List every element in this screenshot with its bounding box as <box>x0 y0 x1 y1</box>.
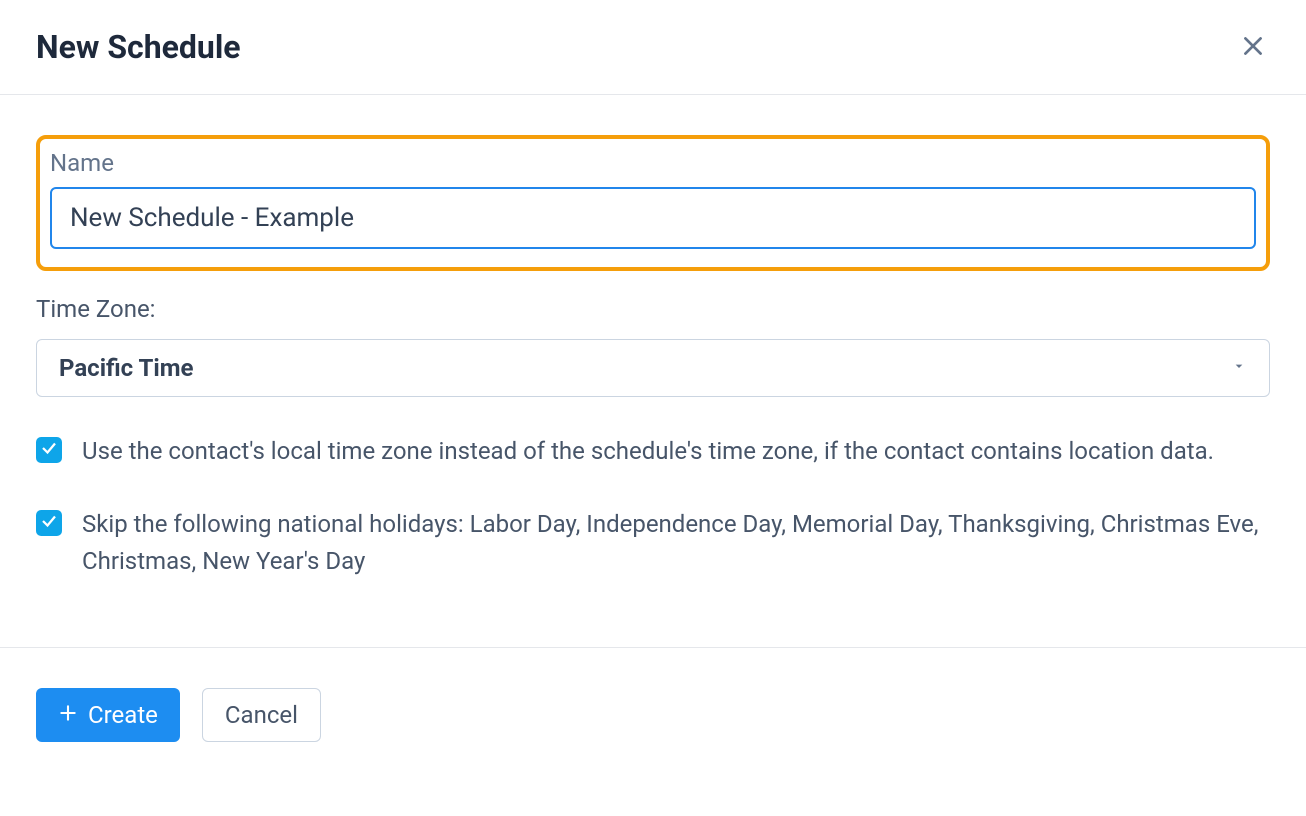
modal-header: New Schedule <box>0 0 1306 95</box>
new-schedule-modal: New Schedule Name Time Zone: Pacific Tim… <box>0 0 1306 782</box>
check-icon <box>40 512 58 534</box>
cancel-button[interactable]: Cancel <box>202 688 321 742</box>
timezone-label: Time Zone: <box>36 295 1270 323</box>
checkbox-local-timezone[interactable] <box>36 437 62 463</box>
timezone-value: Pacific Time <box>59 354 1231 382</box>
checkbox-holidays[interactable] <box>36 510 62 536</box>
checkbox-local-timezone-row: Use the contact's local time zone instea… <box>36 433 1270 470</box>
create-button-label: Create <box>88 701 158 729</box>
name-input[interactable] <box>50 187 1256 249</box>
checkbox-holidays-label: Skip the following national holidays: La… <box>82 506 1270 580</box>
check-icon <box>40 439 58 461</box>
name-label: Name <box>50 149 1256 177</box>
name-field-highlight: Name <box>36 135 1270 271</box>
close-button[interactable] <box>1236 29 1270 66</box>
modal-footer: Create Cancel <box>0 647 1306 782</box>
modal-title: New Schedule <box>36 28 241 66</box>
cancel-button-label: Cancel <box>225 701 298 729</box>
create-button[interactable]: Create <box>36 688 180 742</box>
close-icon <box>1240 33 1266 62</box>
checkbox-local-timezone-label: Use the contact's local time zone instea… <box>82 433 1214 470</box>
plus-icon <box>58 701 78 729</box>
modal-body: Name Time Zone: Pacific Time Use the con… <box>0 95 1306 647</box>
chevron-down-icon <box>1231 358 1247 378</box>
timezone-select[interactable]: Pacific Time <box>36 339 1270 397</box>
checkbox-holidays-row: Skip the following national holidays: La… <box>36 506 1270 580</box>
